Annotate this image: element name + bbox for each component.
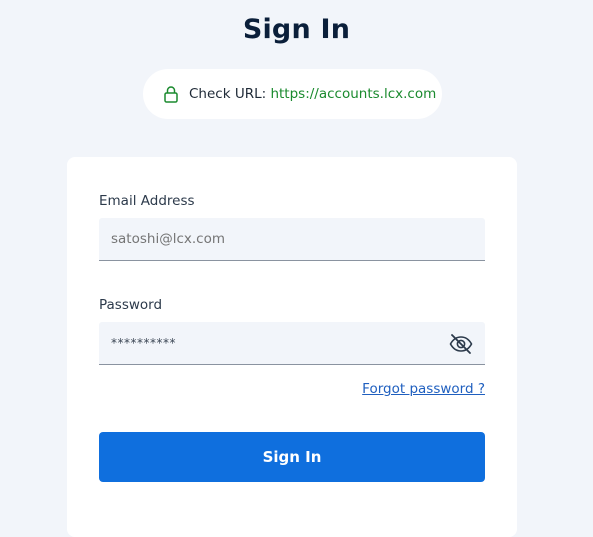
email-field[interactable] bbox=[99, 218, 485, 260]
eye-slash-icon[interactable] bbox=[449, 332, 473, 356]
email-label: Email Address bbox=[99, 193, 195, 209]
email-field-box bbox=[99, 218, 485, 261]
check-url-value: https://accounts.lcx.com bbox=[270, 86, 437, 102]
page-title: Sign In bbox=[242, 14, 351, 45]
check-url-label: Check URL: bbox=[189, 86, 271, 102]
sign-in-button[interactable]: Sign In bbox=[99, 432, 485, 482]
forgot-password-link[interactable]: Forgot password ? bbox=[362, 381, 485, 397]
password-masked-value: ********** bbox=[111, 336, 176, 350]
lock-icon bbox=[162, 84, 180, 104]
password-label: Password bbox=[99, 297, 163, 313]
password-field[interactable]: ********** bbox=[99, 322, 485, 365]
url-check-pill: Check URL: https://accounts.lcx.com bbox=[143, 69, 442, 119]
